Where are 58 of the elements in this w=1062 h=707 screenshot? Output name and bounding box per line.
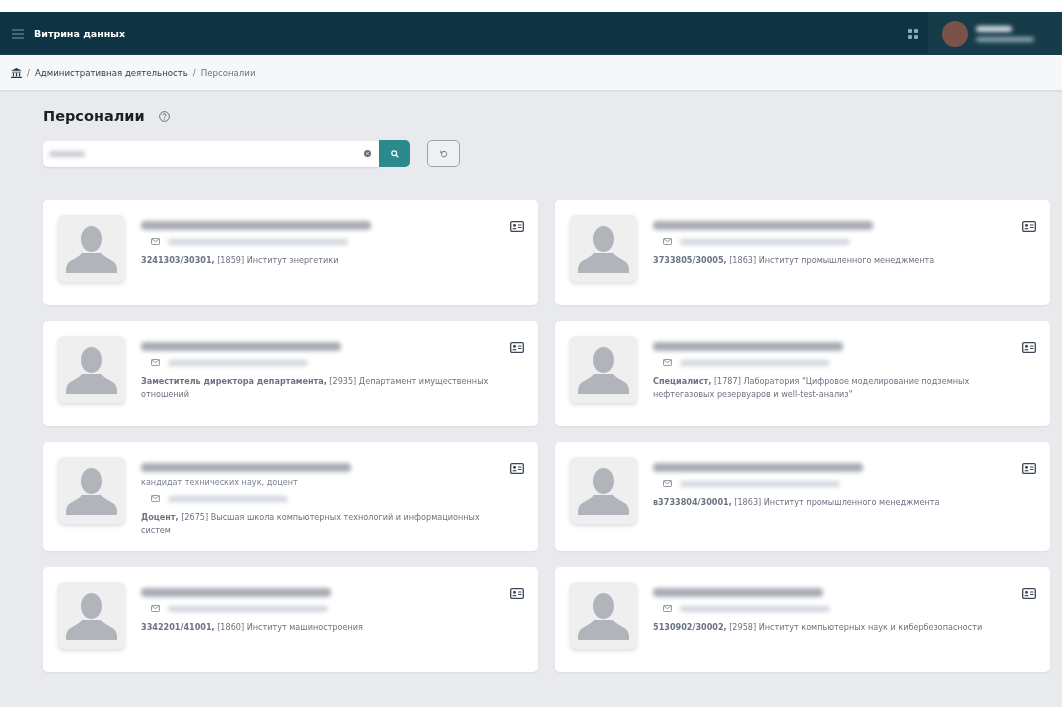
- person-card[interactable]: 3342201/41001, [1860] Институт машиностроения: [43, 567, 538, 673]
- user-menu[interactable]: [928, 12, 1062, 55]
- envelope-icon: [151, 359, 160, 366]
- clear-icon[interactable]: [364, 150, 371, 157]
- id-card-icon[interactable]: [510, 342, 524, 353]
- page-title: Персоналии: [43, 108, 145, 124]
- redacted-placeholder: [49, 150, 85, 157]
- id-card-icon[interactable]: [1022, 588, 1036, 600]
- person-card[interactable]: Заместитель директора департамента, [2935] Департамент имущественных отношений: [43, 321, 538, 426]
- envelope-icon: [151, 238, 160, 245]
- person-silhouette-icon: [570, 336, 637, 403]
- id-card-icon[interactable]: [1022, 221, 1036, 232]
- person-silhouette-icon: [570, 457, 637, 524]
- position-description: в3733804/30001, [1863] Институт промышленного менеджмента: [653, 496, 941, 509]
- envelope-icon: [663, 359, 672, 366]
- position-description: Специалист, [1787] Лаборатория "Цифровое моделирование подземных нефтегазовых резервуаров и well-test-анализ": [653, 375, 971, 401]
- breadcrumb-separator: /: [192, 67, 196, 78]
- breadcrumb-link[interactable]: Административная деятельность: [34, 67, 188, 78]
- person-silhouette-icon: [58, 336, 125, 403]
- search-field[interactable]: [43, 140, 379, 167]
- person-silhouette-icon: [58, 457, 125, 524]
- envelope-icon: [663, 605, 672, 613]
- redacted-user-name: [976, 25, 1012, 32]
- search-button[interactable]: [379, 140, 410, 167]
- person-silhouette-icon: [570, 582, 637, 650]
- app-title[interactable]: Витрина данных: [34, 28, 126, 39]
- id-card-icon[interactable]: [1022, 342, 1036, 353]
- id-card-icon[interactable]: [510, 588, 524, 600]
- person-card[interactable]: в3733804/30001, [1863] Институт промышленного менеджмента: [555, 442, 1050, 552]
- position-description: Заместитель директора департамента, [2935] Департамент имущественных отношений: [141, 375, 490, 401]
- breadcrumb-separator: /: [27, 67, 30, 78]
- person-card[interactable]: 5130902/30002, [2958] Институт компьютерных наук и кибербезопасности: [555, 567, 1050, 673]
- user-avatar: [942, 20, 968, 47]
- position-description: 3241303/30301, [1859] Институт энергетики: [141, 254, 340, 267]
- apps-grid-icon[interactable]: [908, 28, 918, 39]
- person-card[interactable]: кандидат технических наук, доцент Доцент, [2675] Высшая школа компьютерных технологий и информационных систем: [43, 442, 538, 552]
- position-description: 3733805/30005, [1863] Институт промышленного менеджмента: [653, 254, 936, 267]
- search-icon: [390, 149, 399, 158]
- envelope-icon: [151, 605, 160, 613]
- position-description: Доцент, [2675] Высшая школа компьютерных технологий и информационных систем: [141, 511, 481, 537]
- position-description: 3342201/41001, [1860] Институт машиностроения: [141, 621, 364, 634]
- position-description: 5130902/30002, [2958] Институт компьютерных наук и кибербезопасности: [653, 621, 984, 634]
- id-card-icon[interactable]: [1022, 463, 1036, 474]
- envelope-icon: [151, 495, 160, 502]
- person-silhouette-icon: [570, 215, 637, 282]
- person-card[interactable]: 3733805/30005, [1863] Институт промышленного менеджмента: [555, 200, 1050, 305]
- person-card[interactable]: 3241303/30301, [1859] Институт энергетики: [43, 200, 538, 305]
- id-card-icon[interactable]: [510, 463, 524, 474]
- person-card[interactable]: Специалист, [1787] Лаборатория "Цифровое моделирование подземных нефтегазовых резервуаров и well-test-анализ": [555, 321, 1050, 426]
- person-silhouette-icon: [58, 582, 125, 650]
- redacted-user-role: [976, 36, 1034, 42]
- envelope-icon: [663, 480, 672, 487]
- person-silhouette-icon: [58, 215, 125, 282]
- envelope-icon: [663, 238, 672, 245]
- reset-icon: [439, 149, 448, 158]
- home-icon[interactable]: [11, 67, 22, 78]
- id-card-icon[interactable]: [510, 221, 524, 232]
- academic-degree: кандидат технических наук, доцент: [141, 477, 299, 487]
